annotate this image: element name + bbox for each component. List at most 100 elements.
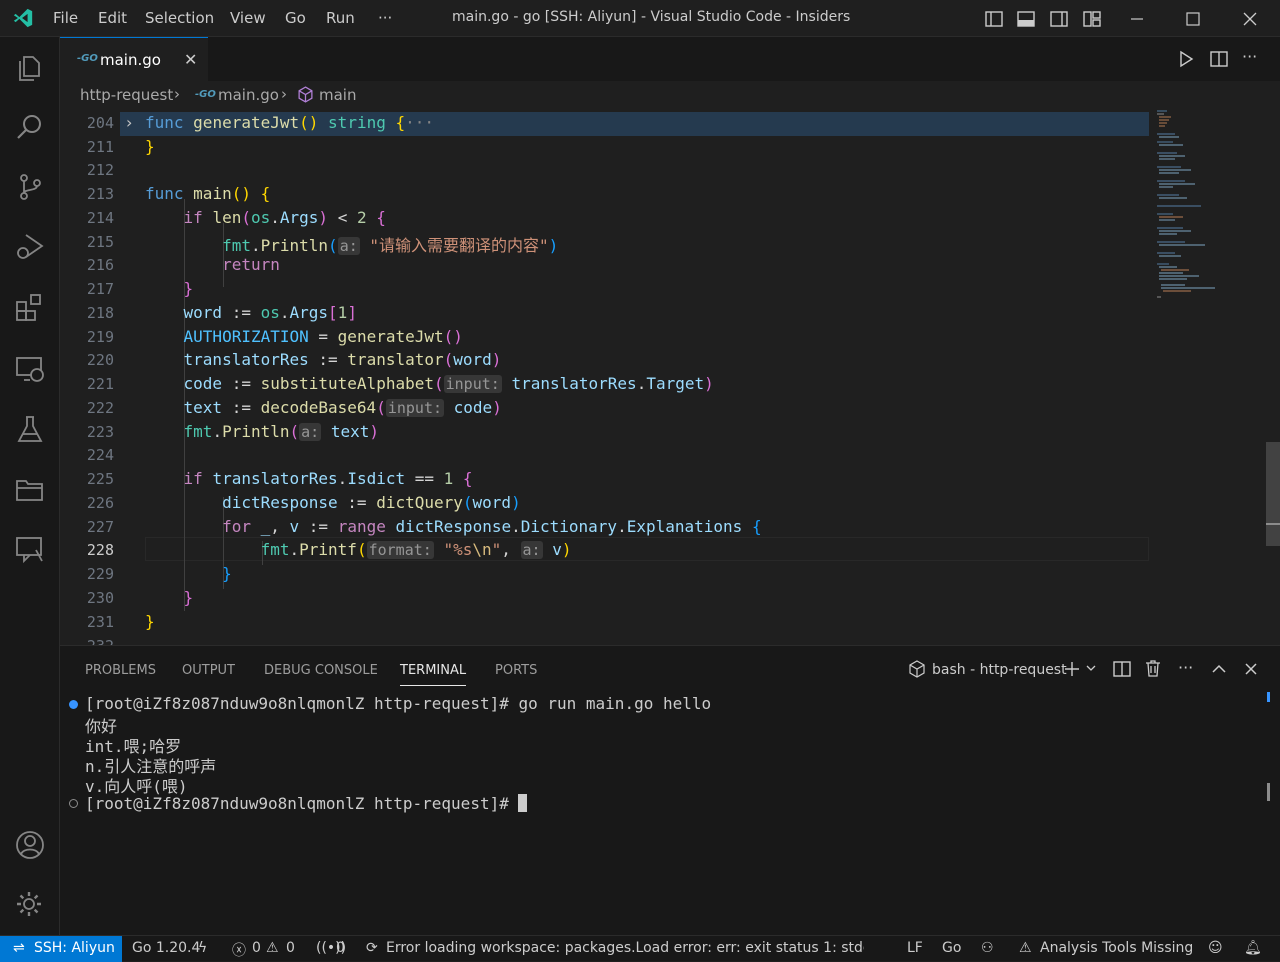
close-window-icon[interactable] [1240,9,1260,29]
fold-chevron-icon[interactable]: › [126,113,132,132]
eol-indicator[interactable]: LF [907,940,923,956]
minimap[interactable] [1155,109,1255,309]
command-pending-decoration[interactable] [69,799,78,808]
tab-close-icon[interactable]: ✕ [184,50,197,69]
menu-go[interactable]: Go [285,9,306,27]
go-file-icon: -GO [77,53,98,64]
code-line: code := substituteAlphabet(input: transl… [183,374,714,393]
code-editor[interactable]: 204 211 212 213 214 215 216 217 218 219 220 221 222 2… [60,109,1280,645]
tab-ports[interactable]: PORTS [495,663,537,678]
notifications-bell-icon[interactable]: 🔔︎ [1244,940,1262,956]
terminal-shell-icon [908,660,926,678]
maximize-panel-chevron-up-icon[interactable] [1209,659,1229,679]
breadcrumb: http-request › -GO main.go › main [60,81,1280,109]
line-number: 230 [86,589,114,607]
tab-main-go[interactable]: -GO main.go ✕ [60,37,208,81]
terminal-scroll-marker [1267,783,1270,801]
line-number: 214 [86,209,114,227]
editor-more-actions[interactable]: ··· [1242,47,1257,66]
toggle-panel-icon[interactable] [1016,9,1036,29]
line-number: 225 [86,470,114,488]
language-mode[interactable]: Go [942,940,961,956]
toggle-primary-sidebar-icon[interactable] [984,9,1004,29]
menu-edit[interactable]: Edit [98,9,127,27]
warning-icon[interactable]: ⚠ [266,940,279,956]
chevron-down-icon[interactable] [1085,662,1097,674]
terminal-prompt[interactable]: [root@iZf8z087nduw9o8nlqmonlZ http-reque… [85,794,528,813]
menu-view[interactable]: View [230,9,266,27]
minimize-icon[interactable] [1127,9,1147,29]
menu-more[interactable]: ··· [378,9,392,27]
go-status-icon[interactable]: ϟ [198,940,207,956]
analysis-warning-icon[interactable]: ⚠ [1019,940,1032,956]
folders-icon[interactable] [14,473,46,505]
line-number: 226 [86,494,114,512]
tab-output[interactable]: OUTPUT [182,663,235,678]
line-number: 221 [86,375,114,393]
maximize-icon[interactable] [1183,9,1203,29]
line-number: 213 [86,185,114,203]
code-line: } [222,564,232,583]
tab-debug-console[interactable]: DEBUG CONSOLE [264,663,378,678]
code-line: AUTHORIZATION = generateJwt() [183,327,463,346]
editor-scrollbar-thumb[interactable] [1266,442,1280,546]
code-line: word := os.Args[1] [183,303,357,322]
search-icon[interactable] [14,111,46,143]
split-editor-icon[interactable] [1209,49,1229,69]
panel-more-actions[interactable]: ··· [1178,658,1193,677]
tab-terminal[interactable]: TERMINAL [400,663,467,686]
copilot-icon[interactable]: ⚇ [981,940,994,956]
menu-run[interactable]: Run [326,9,355,27]
error-icon[interactable]: ⓧ [232,940,246,960]
terminal-name[interactable]: bash - http-request [932,662,1067,678]
manage-gear-icon[interactable] [14,889,46,921]
warning-count[interactable]: 0 [286,940,295,956]
new-terminal-plus-icon[interactable] [1062,659,1082,679]
sync-icon: ⟳ [366,940,378,956]
menu-file[interactable]: File [53,9,78,27]
activity-bar: 1 [0,37,60,962]
code-line: return [222,255,280,274]
customize-layout-icon[interactable] [1082,9,1102,29]
remote-indicator[interactable]: ⇌ SSH: Aliyun [0,936,122,962]
line-number: 231 [86,613,114,631]
chat-icon[interactable] [14,533,46,565]
code-line: } [183,279,194,298]
code-line: for _, v := range dictResponse.Dictionar… [222,517,762,536]
remote-label: SSH: Aliyun [34,940,115,956]
code-line: if len(os.Args) < 2 { [183,208,386,227]
remote-explorer-icon[interactable] [14,353,46,385]
go-file-icon: -GO [195,89,216,100]
breadcrumb-folder[interactable]: http-request [80,86,173,104]
go-version[interactable]: Go 1.20.4 [132,940,200,956]
command-success-decoration[interactable] [69,700,78,709]
run-file-icon[interactable] [1176,49,1196,69]
accounts-icon[interactable] [14,829,46,861]
source-control-icon[interactable] [14,171,46,203]
error-count[interactable]: 0 [252,940,261,956]
tab-problems[interactable]: PROBLEMS [85,663,156,678]
menu-selection[interactable]: Selection [145,9,214,27]
explorer-icon[interactable] [14,51,46,83]
trash-icon[interactable] [1143,658,1163,678]
testing-icon[interactable] [14,413,46,445]
breadcrumb-file[interactable]: main.go [218,86,279,104]
feedback-icon[interactable]: ☺ [1208,940,1223,956]
analysis-tools-missing[interactable]: Analysis Tools Missing [1040,940,1193,956]
scrollbar-cursor-marker [1266,523,1280,525]
workspace-error-message[interactable]: Error loading workspace: packages.Load e… [386,940,864,956]
run-debug-icon[interactable] [14,231,46,263]
extensions-icon[interactable] [14,291,46,323]
line-number: 224 [86,446,114,464]
line-number: 232 [60,637,114,645]
split-terminal-icon[interactable] [1112,659,1132,679]
remote-icon: ⇌ [13,940,25,956]
ports-count[interactable]: 0 [336,940,345,956]
line-number: 228 [86,541,114,559]
line-number: 227 [86,518,114,536]
line-number: 216 [86,256,114,274]
toggle-secondary-sidebar-icon[interactable] [1049,9,1069,29]
close-panel-icon[interactable] [1241,659,1261,679]
breadcrumb-symbol[interactable]: main [319,86,356,104]
line-number: 223 [86,423,114,441]
